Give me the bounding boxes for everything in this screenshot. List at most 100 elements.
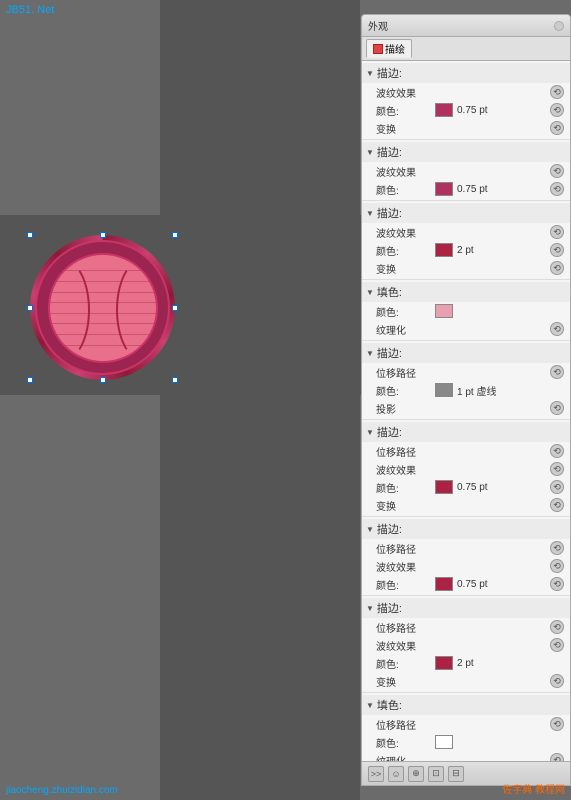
color-swatch7[interactable]: [435, 656, 453, 670]
handle-right[interactable]: [172, 305, 178, 311]
wave-reset-btn7[interactable]: [550, 638, 564, 652]
section-header-stroke6[interactable]: ▼ 描边:: [362, 519, 570, 539]
wave-reset-btn3[interactable]: [550, 225, 564, 239]
section-header-stroke5[interactable]: ▼ 描边:: [362, 422, 570, 442]
section-header-stroke3[interactable]: ▼ 描边:: [362, 203, 570, 223]
offset-reset-btn3[interactable]: [550, 541, 564, 555]
appearance-panel: 外观 描绘 ▼ 描边: 波纹效果 颜色: 0.75 pt: [361, 14, 571, 786]
color-reset-btn2[interactable]: [550, 182, 564, 196]
triangle-icon9: ▼: [366, 701, 374, 710]
row-color3: 颜色: 2 pt: [362, 241, 570, 259]
row-color6: 颜色: 0.75 pt: [362, 575, 570, 593]
footer-btn-remove[interactable]: ⊟: [448, 766, 464, 782]
transform-reset-btn3[interactable]: [550, 261, 564, 275]
row-wave1: 波纹效果: [362, 83, 570, 101]
handle-br[interactable]: [172, 377, 178, 383]
offset-reset-btn1[interactable]: [550, 365, 564, 379]
watermark-bottom-left: jiaocheng.zhuizidian.com: [6, 785, 118, 796]
row-wave6: 波纹效果: [362, 557, 570, 575]
shadow-reset-btn1[interactable]: [550, 401, 564, 415]
color-reset-btn6[interactable]: [550, 577, 564, 591]
row-transform1: 变换: [362, 119, 570, 137]
section-header-stroke7[interactable]: ▼ 描边:: [362, 598, 570, 618]
texture-reset-btn1[interactable]: [550, 322, 564, 336]
triangle-icon6: ▼: [366, 428, 374, 437]
section-stroke7: ▼ 描边: 位移路径 波纹效果 颜色: 2 pt 变换: [362, 596, 570, 693]
ball-main: [48, 253, 158, 363]
offset-reset-btn2[interactable]: [550, 444, 564, 458]
transform-reset-btn1[interactable]: [550, 121, 564, 135]
section-stroke5: ▼ 描边: 位移路径 波纹效果 颜色: 0.75 pt 变换: [362, 420, 570, 517]
row-color2: 颜色: 0.75 pt: [362, 180, 570, 198]
row-color5: 颜色: 0.75 pt: [362, 478, 570, 496]
handle-bl[interactable]: [27, 377, 33, 383]
ball-tick-ring: [35, 240, 170, 375]
handle-top[interactable]: [100, 232, 106, 238]
color-reset-btn3[interactable]: [550, 243, 564, 257]
tab-icon: [373, 44, 383, 54]
transform-reset-btn5[interactable]: [550, 498, 564, 512]
color-reset-btn1[interactable]: [550, 103, 564, 117]
section-header-stroke2[interactable]: ▼ 描边:: [362, 142, 570, 162]
row-wave5: 波纹效果: [362, 460, 570, 478]
handle-bottom[interactable]: [100, 377, 106, 383]
transform-reset-btn7[interactable]: [550, 674, 564, 688]
offset-reset-btn4[interactable]: [550, 620, 564, 634]
wave-reset-btn1[interactable]: [550, 85, 564, 99]
color-swatch5[interactable]: [435, 480, 453, 494]
cross-vertical: [160, 0, 360, 800]
tab-stroke[interactable]: 描绘: [366, 39, 412, 58]
row-offset3: 位移路径: [362, 539, 570, 557]
handle-tr[interactable]: [172, 232, 178, 238]
panel-body[interactable]: ▼ 描边: 波纹效果 颜色: 0.75 pt 变换 ▼ 描边:: [362, 61, 570, 761]
row-color7: 颜色: 2 pt: [362, 654, 570, 672]
wave-reset-btn6[interactable]: [550, 559, 564, 573]
handle-tl[interactable]: [27, 232, 33, 238]
color-swatch3[interactable]: [435, 243, 453, 257]
triangle-icon3: ▼: [366, 209, 374, 218]
row-transform7: 变换: [362, 672, 570, 690]
section-header-fill1[interactable]: ▼ 填色:: [362, 282, 570, 302]
section-header-fill2[interactable]: ▼ 填色:: [362, 695, 570, 715]
color-swatch4[interactable]: [435, 383, 453, 397]
triangle-icon7: ▼: [366, 525, 374, 534]
section-stroke6: ▼ 描边: 位移路径 波纹效果 颜色: 0.75 pt: [362, 517, 570, 596]
color-swatch1[interactable]: [435, 103, 453, 117]
watermark-top: JB51. Net: [6, 4, 54, 16]
handle-left[interactable]: [27, 305, 33, 311]
row-offset-fill: 位移路径: [362, 715, 570, 733]
section-header-stroke4[interactable]: ▼ 描边:: [362, 343, 570, 363]
offset-fill-btn[interactable]: [550, 717, 564, 731]
wave-reset-btn5[interactable]: [550, 462, 564, 476]
panel-tabrow: 描绘: [362, 37, 570, 61]
row-texture2: 纹理化: [362, 751, 570, 761]
watermark-bottom-right: 佐宇典 教程网: [502, 781, 565, 796]
section-stroke1: ▼ 描边: 波纹效果 颜色: 0.75 pt 变换: [362, 61, 570, 140]
footer-btn-grid[interactable]: ⊡: [428, 766, 444, 782]
section-header-stroke1[interactable]: ▼ 描边:: [362, 63, 570, 83]
row-offset2: 位移路径: [362, 442, 570, 460]
row-color1: 颜色: 0.75 pt: [362, 101, 570, 119]
fill-swatch2[interactable]: [435, 735, 453, 749]
footer-btn-smiley[interactable]: ☺: [388, 766, 404, 782]
row-texture1: 纹理化: [362, 320, 570, 338]
triangle-icon5: ▼: [366, 349, 374, 358]
footer-btn-add[interactable]: ⊕: [408, 766, 424, 782]
wave-reset-btn2[interactable]: [550, 164, 564, 178]
color-swatch6[interactable]: [435, 577, 453, 591]
row-offset1: 位移路径: [362, 363, 570, 381]
section-stroke3: ▼ 描边: 波纹效果 颜色: 2 pt 变换: [362, 201, 570, 280]
section-fill2: ▼ 填色: 位移路径 颜色: 纹理化 投影: [362, 693, 570, 761]
panel-expand-btn[interactable]: [554, 21, 564, 31]
color-swatch2[interactable]: [435, 182, 453, 196]
fill-swatch1[interactable]: [435, 304, 453, 318]
row-transform5: 变换: [362, 496, 570, 514]
section-stroke4: ▼ 描边: 位移路径 颜色: 1 pt 虚线 投影: [362, 341, 570, 420]
footer-btn-menu[interactable]: >>: [368, 766, 384, 782]
section-fill1: ▼ 填色: 颜色: 纹理化: [362, 280, 570, 341]
row-offset4: 位移路径: [362, 618, 570, 636]
row-fill-color1: 颜色:: [362, 302, 570, 320]
color-reset-btn5[interactable]: [550, 480, 564, 494]
texture-reset-btn2[interactable]: [550, 753, 564, 761]
row-wave3: 波纹效果: [362, 223, 570, 241]
